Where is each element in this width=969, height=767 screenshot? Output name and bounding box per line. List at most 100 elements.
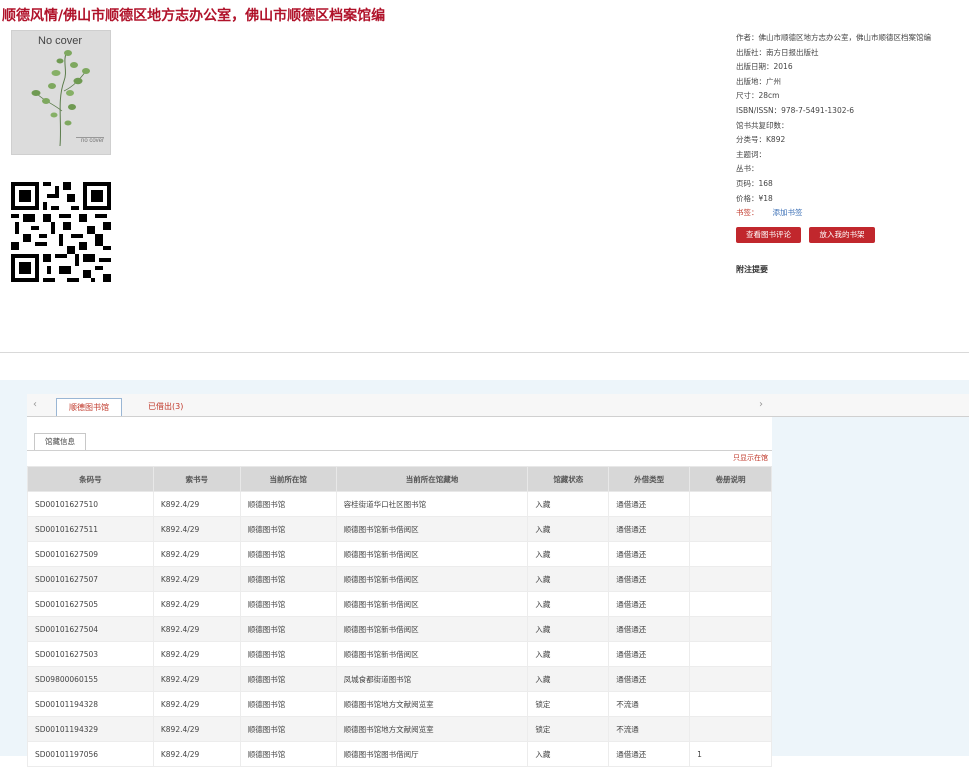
scroll-left-icon[interactable]: ‹ xyxy=(33,399,37,410)
cell-location: 顺德图书馆地方文献阅览室 xyxy=(335,691,529,717)
table-row: SD00101627503 K892.4/29 顺德图书馆 顺德图书馆新书借阅区 入藏通… xyxy=(27,641,772,667)
header-status: 馆藏状态 xyxy=(527,466,610,492)
header-library: 当前所在馆 xyxy=(239,466,337,492)
cell-call-number: K892.4/29 xyxy=(152,641,241,667)
cell-barcode: SD00101627504 xyxy=(27,616,154,642)
cell-status: 入藏 xyxy=(527,491,610,517)
cell-library: 顺德图书馆 xyxy=(239,591,337,617)
cell-status: 入藏 xyxy=(527,616,610,642)
cell-volume-note xyxy=(689,491,772,517)
cell-status: 锁定 xyxy=(527,691,610,717)
cell-library: 顺德图书馆 xyxy=(239,566,337,592)
cell-volume-note xyxy=(689,691,772,717)
scroll-right-icon[interactable]: › xyxy=(759,399,763,410)
book-metadata: 作者：佛山市顺德区地方志办公室，佛山市顺德区档案馆编 出版社：南方日报出版社 出… xyxy=(736,31,931,221)
add-to-shelf-button[interactable]: 放入我的书架 xyxy=(809,227,875,243)
cell-library: 顺德图书馆 xyxy=(239,616,337,642)
meta-bookmark: 书签： 添加书签 xyxy=(736,206,931,221)
table-row: SD00101627505 K892.4/29 顺德图书馆 顺德图书馆新书借阅区 入藏通… xyxy=(27,591,772,617)
header-volume-note: 卷册说明 xyxy=(689,466,772,492)
cell-volume-note xyxy=(689,591,772,617)
holdings-table: 条码号 索书号 当前所在馆 当前所在馆藏地 馆藏状态 外借类型 卷册说明 SD0… xyxy=(27,466,772,767)
meta-pub-date: 出版日期：2016 xyxy=(736,62,793,72)
meta-price: 价格：¥18 xyxy=(736,193,773,203)
cell-volume-note xyxy=(689,716,772,742)
table-row: SD00101627504 K892.4/29 顺德图书馆 顺德图书馆新书借阅区 入藏通… xyxy=(27,616,772,642)
cell-barcode: SD00101627511 xyxy=(27,516,154,542)
cell-location: 凤城食都街道图书馆 xyxy=(335,666,529,692)
cell-loan-type: 通借通还 xyxy=(608,516,691,542)
cell-loan-type: 通借通还 xyxy=(608,541,691,567)
cell-status: 入藏 xyxy=(527,541,610,567)
cell-volume-note xyxy=(689,566,772,592)
cell-status: 入藏 xyxy=(527,566,610,592)
cell-loan-type: 通借通还 xyxy=(608,741,691,767)
meta-isbn: ISBN/ISSN：978-7-5491-1302-6 xyxy=(736,105,854,115)
cell-loan-type: 通借通还 xyxy=(608,641,691,667)
cell-barcode: SD09800060155 xyxy=(27,666,154,692)
view-reviews-button[interactable]: 查看图书评论 xyxy=(736,227,801,243)
cell-volume-note xyxy=(689,516,772,542)
cell-location: 顺德图书馆地方文献阅览室 xyxy=(335,716,529,742)
meta-author: 作者：佛山市顺德区地方志办公室，佛山市顺德区档案馆编 xyxy=(736,33,931,42)
table-row: SD09800060155 K892.4/29 顺德图书馆 凤城食都街道图书馆 入藏 通借… xyxy=(27,666,772,692)
cell-library: 顺德图书馆 xyxy=(239,516,337,542)
table-row: SD00101627511 K892.4/29 顺德图书馆 顺德图书馆新书借阅区 入藏通… xyxy=(27,516,772,542)
tab-holdings-info[interactable]: 馆藏信息 xyxy=(34,433,86,450)
meta-pub-place: 出版地：广州 xyxy=(736,76,781,86)
meta-subject: 主题词： xyxy=(736,149,766,159)
cell-location: 顺德图书馆新书借阅区 xyxy=(335,591,529,617)
cell-volume-note: 1 xyxy=(689,741,772,767)
cell-volume-note xyxy=(689,666,772,692)
cell-barcode: SD00101197056 xyxy=(27,741,154,767)
meta-size: 尺寸：28cm xyxy=(736,91,780,101)
cell-status: 入藏 xyxy=(527,741,610,767)
add-bookmark-link[interactable]: 添加书签 xyxy=(773,208,803,217)
cell-call-number: K892.4/29 xyxy=(152,541,241,567)
book-title: 顺德风情/佛山市顺德区地方志办公室，佛山市顺德区档案馆编 xyxy=(2,8,386,24)
cell-barcode: SD00101194328 xyxy=(27,691,154,717)
cell-location: 顺德图书馆新书借阅区 xyxy=(335,566,529,592)
book-cover-image: No cover no cover xyxy=(11,30,111,155)
cell-library: 顺德图书馆 xyxy=(239,666,337,692)
tab-lent-out[interactable]: 已借出(3) xyxy=(148,401,183,412)
cell-call-number: K892.4/29 xyxy=(152,566,241,592)
cell-status: 锁定 xyxy=(527,716,610,742)
cell-barcode: SD00101194329 xyxy=(27,716,154,742)
tab-shunde-library[interactable]: 顺德图书馆 xyxy=(56,398,122,416)
only-available-link[interactable]: 只显示在馆 xyxy=(733,453,768,463)
cell-call-number: K892.4/29 xyxy=(152,491,241,517)
cell-call-number: K892.4/29 xyxy=(152,591,241,617)
cell-volume-note xyxy=(689,541,772,567)
header-barcode: 条码号 xyxy=(27,466,154,492)
header-loan-type: 外借类型 xyxy=(608,466,691,492)
cell-call-number: K892.4/29 xyxy=(152,666,241,692)
cell-loan-type: 通借通还 xyxy=(608,666,691,692)
cell-loan-type: 不流通 xyxy=(608,716,691,742)
table-row: SD00101627510 K892.4/29 顺德图书馆 容桂街道华口社区图书馆 入藏… xyxy=(27,491,772,517)
table-row: SD00101627509 K892.4/29 顺德图书馆 顺德图书馆新书借阅区 入藏通… xyxy=(27,541,772,567)
table-row: SD00101194328 K892.4/29 顺德图书馆 顺德图书馆地方文献阅览室锁… xyxy=(27,691,772,717)
cell-location: 容桂街道华口社区图书馆 xyxy=(335,491,529,517)
cell-loan-type: 通借通还 xyxy=(608,491,691,517)
cover-small-text: no cover xyxy=(80,138,104,144)
header-location: 当前所在馆藏地 xyxy=(335,466,529,492)
header-call-number: 索书号 xyxy=(152,466,241,492)
cell-status: 入藏 xyxy=(527,516,610,542)
cell-loan-type: 通借通还 xyxy=(608,591,691,617)
cell-barcode: SD00101627510 xyxy=(27,491,154,517)
cell-status: 入藏 xyxy=(527,641,610,667)
cell-volume-note xyxy=(689,616,772,642)
cell-barcode: SD00101627509 xyxy=(27,541,154,567)
cell-status: 入藏 xyxy=(527,591,610,617)
cell-call-number: K892.4/29 xyxy=(152,616,241,642)
cell-barcode: SD00101627503 xyxy=(27,641,154,667)
cell-location: 顺德图书馆图书借阅厅 xyxy=(335,741,529,767)
bookmark-label: 书签： xyxy=(736,208,759,218)
table-row: SD00101194329 K892.4/29 顺德图书馆 顺德图书馆地方文献阅览室锁… xyxy=(27,716,772,742)
cell-library: 顺德图书馆 xyxy=(239,491,337,517)
cell-library: 顺德图书馆 xyxy=(239,716,337,742)
cell-location: 顺德图书馆新书借阅区 xyxy=(335,541,529,567)
cell-library: 顺德图书馆 xyxy=(239,691,337,717)
cell-call-number: K892.4/29 xyxy=(152,741,241,767)
